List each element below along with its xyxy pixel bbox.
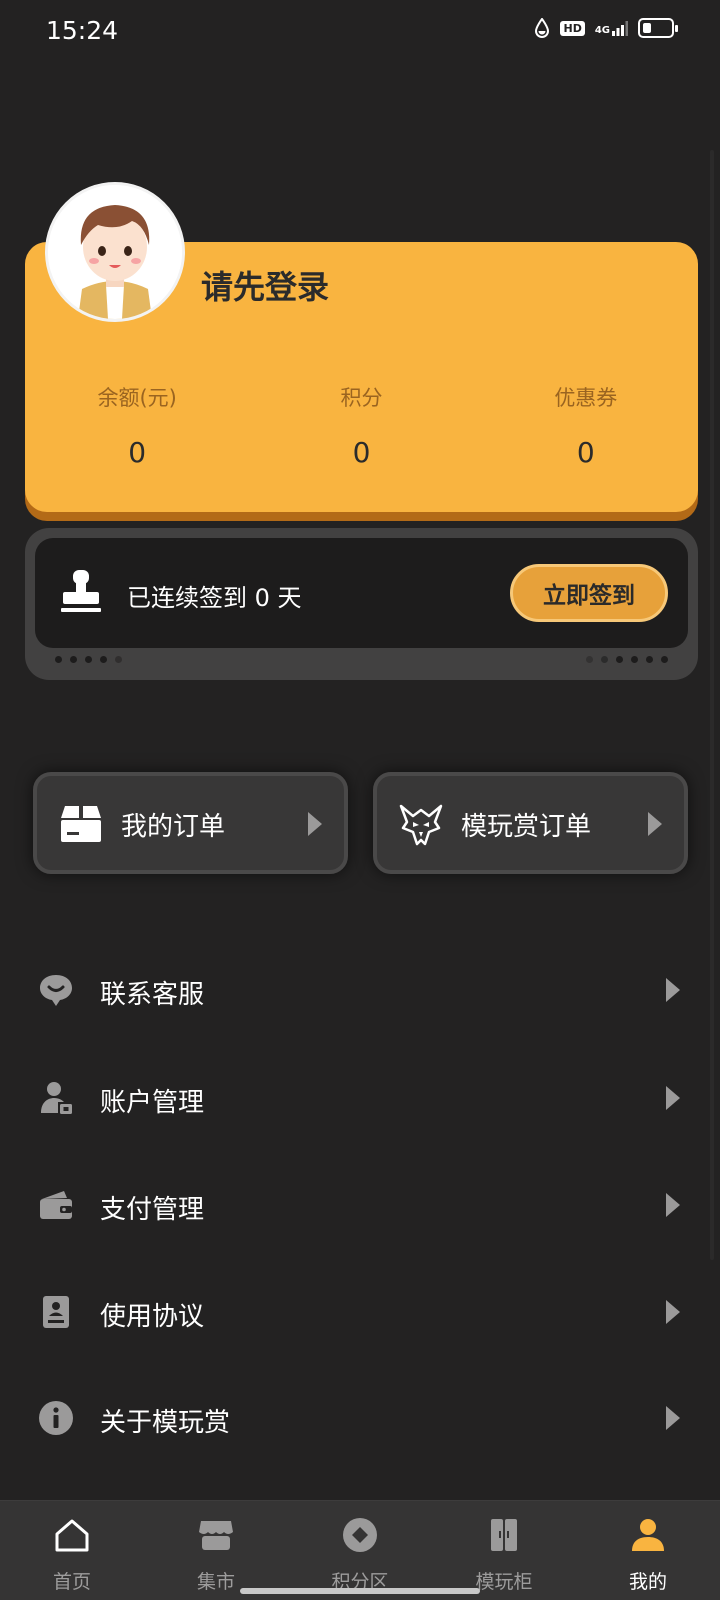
nav-profile[interactable]: 我的 [576,1501,720,1600]
hd-badge: HD [560,20,585,36]
menu-label: 关于模玩赏 [100,1408,231,1438]
document-icon [43,1296,69,1328]
avatar-illustration [48,185,182,319]
nav-home[interactable]: 首页 [0,1501,144,1600]
my-orders-label: 我的订单 [121,812,226,842]
nav-cabinet[interactable]: 模玩柜 [432,1501,576,1600]
wallet-icon [40,1191,72,1219]
stat-value: 0 [128,436,147,469]
nav-points[interactable]: 积分区 [288,1501,432,1600]
signal-icon: 4G [595,20,628,36]
checkin-button[interactable]: 立即签到 [510,564,668,622]
chevron-right-icon [666,1300,680,1324]
stat-coupons[interactable]: 优惠券 0 [474,382,698,469]
nav-market[interactable]: 集市 [144,1501,288,1600]
my-orders-card[interactable]: 我的订单 [33,772,348,874]
chevron-right-icon [308,812,322,836]
stats-row: 余额(元) 0 积分 0 优惠券 0 [25,382,698,469]
cabinet-icon [491,1519,517,1551]
battery-level [643,23,651,33]
status-icons: HD 4G [534,18,678,38]
stat-label: 余额(元) [97,386,177,410]
menu-label: 使用协议 [100,1302,205,1332]
menu-item-agreement[interactable]: 使用协议 [0,1262,720,1362]
chat-bubble-icon [40,975,72,1006]
menu-item-account[interactable]: 账户管理 [0,1048,720,1148]
menu-label: 联系客服 [100,980,205,1010]
nav-label: 首页 [52,1571,91,1593]
stat-label: 优惠券 [554,386,618,410]
chevron-right-icon [666,1086,680,1110]
chevron-right-icon [666,978,680,1002]
stat-value: 0 [576,436,595,469]
mowanshang-orders-card[interactable]: 模玩赏订单 [373,772,688,874]
decor-dots-left [55,656,122,663]
checkin-inner: 已连续签到 0 天 立即签到 [35,538,688,648]
network-label: 4G [594,25,610,36]
home-indicator[interactable] [240,1588,480,1594]
avatar[interactable] [45,182,185,322]
bottom-nav: 首页 集市 积分区 模玩柜 我的 [0,1500,720,1600]
box-icon [61,806,101,842]
menu-item-payment[interactable]: 支付管理 [0,1155,720,1255]
stat-points[interactable]: 积分 0 [249,382,473,469]
checkin-status: 已连续签到 0 天 [127,584,302,612]
points-icon [343,1518,377,1552]
data-saver-icon [535,18,550,38]
chevron-right-icon [666,1193,680,1217]
menu-label: 账户管理 [100,1088,205,1118]
info-icon [39,1401,73,1435]
nav-label: 我的 [628,1571,667,1593]
status-bar: 15:24 HD 4G [0,0,720,64]
stamp-icon [61,570,101,612]
login-prompt[interactable]: 请先登录 [201,262,329,308]
menu-item-about[interactable]: 关于模玩赏 [0,1368,720,1468]
store-icon [199,1521,233,1550]
checkin-panel: 已连续签到 0 天 立即签到 [25,528,698,680]
battery-icon [638,18,678,38]
profile-icon [632,1519,664,1551]
decor-dots-right [586,656,668,663]
menu-item-customer-service[interactable]: 联系客服 [0,940,720,1040]
home-icon [55,1519,89,1552]
chevron-right-icon [666,1406,680,1430]
menu-label: 支付管理 [100,1195,205,1225]
mecha-head-icon [399,804,443,846]
user-lock-icon [41,1082,72,1114]
profile-page: 15:24 HD 4G 请先登录 余额(元) 0 积分 0 优惠券 0 已连续签… [0,0,720,1600]
chevron-right-icon [648,812,662,836]
stat-label: 积分 [340,386,383,410]
stat-value: 0 [352,436,371,469]
status-time: 15:24 [46,16,119,45]
mowanshang-orders-label: 模玩赏订单 [461,812,592,842]
stat-balance[interactable]: 余额(元) 0 [25,382,249,469]
